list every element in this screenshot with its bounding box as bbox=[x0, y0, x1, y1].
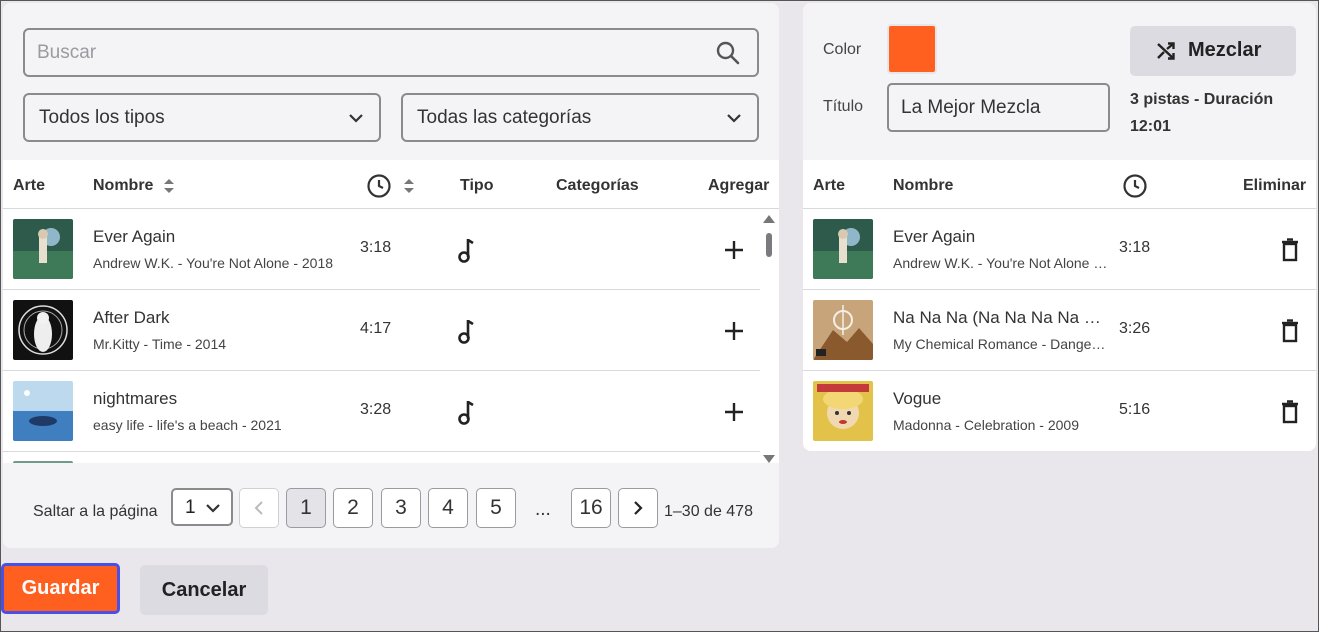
column-name[interactable]: Nombre bbox=[93, 177, 153, 195]
chevron-down-icon bbox=[206, 504, 220, 513]
add-icon[interactable] bbox=[724, 402, 744, 422]
page-button-4[interactable]: 4 bbox=[428, 488, 468, 528]
table-row: After Dark Mr.Kitty - Time - 2014 4:17 bbox=[3, 290, 760, 371]
track-subtitle: Madonna - Celebration - 2009 bbox=[893, 417, 1080, 433]
page-ellipsis: ... bbox=[535, 499, 551, 520]
table-row: nightmares easy life - life's a beach - … bbox=[3, 371, 760, 452]
track-title: Na Na Na (Na Na Na Na Na Na Na Na Na) bbox=[893, 308, 1108, 327]
pagination: Saltar a la página 1 1 2 3 4 5 ... 16 1–… bbox=[3, 463, 779, 548]
chevron-right-icon bbox=[634, 501, 643, 515]
music-note-icon bbox=[458, 238, 474, 263]
sort-icon[interactable] bbox=[403, 178, 415, 194]
column-art: Arte bbox=[813, 177, 846, 194]
album-art bbox=[813, 381, 873, 441]
playlist-summary: 3 pistas - Duración 12:01 bbox=[1130, 91, 1274, 135]
trash-icon[interactable] bbox=[1281, 319, 1299, 343]
table-row bbox=[3, 452, 760, 463]
title-input[interactable] bbox=[901, 85, 1096, 130]
search-input[interactable] bbox=[37, 30, 697, 75]
column-remove: Eliminar bbox=[1243, 177, 1307, 194]
type-filter-value: Todos los tipos bbox=[39, 107, 165, 128]
page-button-3[interactable]: 3 bbox=[381, 488, 421, 528]
library-table-header: Arte Nombre Tipo Categorías Agregar bbox=[3, 160, 779, 209]
page-button-5[interactable]: 5 bbox=[476, 488, 516, 528]
track-duration: 3:18 bbox=[1119, 239, 1151, 256]
jump-to-page-value: 1 bbox=[185, 497, 196, 518]
album-art bbox=[13, 381, 73, 441]
track-duration: 5:16 bbox=[1119, 401, 1151, 418]
library-panel: Todos los tipos Todas las categorías Art… bbox=[3, 3, 779, 548]
shuffle-icon bbox=[1157, 42, 1175, 60]
column-name: Nombre bbox=[893, 177, 954, 194]
cancel-button[interactable]: Cancelar bbox=[140, 565, 268, 615]
shuffle-button[interactable]: Mezclar bbox=[1130, 26, 1296, 76]
column-art: Arte bbox=[13, 177, 46, 194]
title-label: Título bbox=[823, 98, 864, 115]
album-art bbox=[13, 219, 73, 279]
page-button-last[interactable]: 16 bbox=[571, 488, 611, 528]
prev-page-button[interactable] bbox=[239, 488, 279, 528]
playlist-table-header: Arte Nombre Eliminar bbox=[803, 160, 1316, 209]
column-add: Agregar bbox=[708, 177, 770, 194]
track-subtitle: My Chemical Romance - Danger Days bbox=[893, 336, 1108, 352]
track-list-scrollbar[interactable] bbox=[761, 213, 777, 465]
add-icon[interactable] bbox=[724, 321, 744, 341]
track-duration: 3:28 bbox=[360, 401, 392, 418]
music-note-icon bbox=[458, 400, 474, 425]
color-label: Color bbox=[823, 41, 862, 58]
music-note-icon bbox=[458, 319, 474, 344]
track-subtitle: Andrew W.K. - You're Not Alone - 2018 bbox=[93, 255, 334, 271]
track-title: Ever Again bbox=[93, 227, 176, 246]
jump-to-page-select[interactable]: 1 bbox=[171, 488, 233, 526]
save-button[interactable]: Guardar bbox=[1, 563, 120, 614]
clock-icon bbox=[1123, 174, 1147, 198]
list-item: Na Na Na (Na Na Na Na Na Na Na Na Na) My… bbox=[803, 290, 1316, 371]
track-duration: 3:26 bbox=[1119, 320, 1151, 337]
column-type: Tipo bbox=[460, 177, 494, 194]
trash-icon[interactable] bbox=[1281, 400, 1299, 424]
album-art bbox=[813, 300, 873, 360]
table-row: Ever Again Andrew W.K. - You're Not Alon… bbox=[3, 209, 760, 290]
track-title: After Dark bbox=[93, 308, 170, 327]
track-duration: 4:17 bbox=[360, 320, 392, 337]
shuffle-label: Mezclar bbox=[1188, 39, 1262, 61]
page-range: 1–30 de 478 bbox=[664, 503, 753, 520]
trash-icon[interactable] bbox=[1281, 238, 1299, 262]
track-title: Ever Again bbox=[893, 227, 976, 246]
list-item: Ever Again Andrew W.K. - You're Not Alon… bbox=[803, 209, 1316, 290]
list-item: Vogue Madonna - Celebration - 2009 5:16 bbox=[803, 371, 1316, 451]
track-title: nightmares bbox=[93, 389, 178, 408]
color-swatch[interactable] bbox=[887, 24, 937, 74]
column-categories: Categorías bbox=[556, 177, 639, 194]
category-filter-select[interactable]: Todas las categorías bbox=[401, 93, 759, 142]
track-title: Vogue bbox=[893, 389, 942, 408]
track-subtitle: Andrew W.K. - You're Not Alone - 2018 bbox=[893, 255, 1108, 271]
add-icon[interactable] bbox=[724, 240, 744, 260]
jump-to-page-label: Saltar a la página bbox=[33, 503, 158, 520]
search-icon[interactable] bbox=[715, 40, 741, 66]
album-art bbox=[13, 300, 73, 360]
type-filter-select[interactable]: Todos los tipos bbox=[23, 93, 381, 142]
track-duration: 3:18 bbox=[360, 239, 392, 256]
page-button-1[interactable]: 1 bbox=[286, 488, 326, 528]
chevron-left-icon bbox=[254, 501, 263, 515]
clock-icon bbox=[367, 174, 391, 198]
category-filter-value: Todas las categorías bbox=[417, 107, 592, 128]
sort-icon[interactable] bbox=[163, 178, 175, 194]
chevron-down-icon bbox=[727, 114, 741, 123]
title-field[interactable] bbox=[887, 83, 1110, 132]
next-page-button[interactable] bbox=[618, 488, 658, 528]
track-subtitle: easy life - life's a beach - 2021 bbox=[93, 417, 282, 433]
library-filters: Todos los tipos Todas las categorías bbox=[3, 3, 779, 160]
chevron-down-icon bbox=[349, 114, 363, 123]
search-field[interactable] bbox=[23, 28, 759, 77]
track-subtitle: Mr.Kitty - Time - 2014 bbox=[93, 336, 227, 352]
playlist-panel: Color Título Mezclar 3 pistas - Duración… bbox=[803, 3, 1316, 451]
page-button-2[interactable]: 2 bbox=[333, 488, 373, 528]
album-art bbox=[813, 219, 873, 279]
playlist-settings: Color Título Mezclar 3 pistas - Duración… bbox=[803, 3, 1316, 160]
